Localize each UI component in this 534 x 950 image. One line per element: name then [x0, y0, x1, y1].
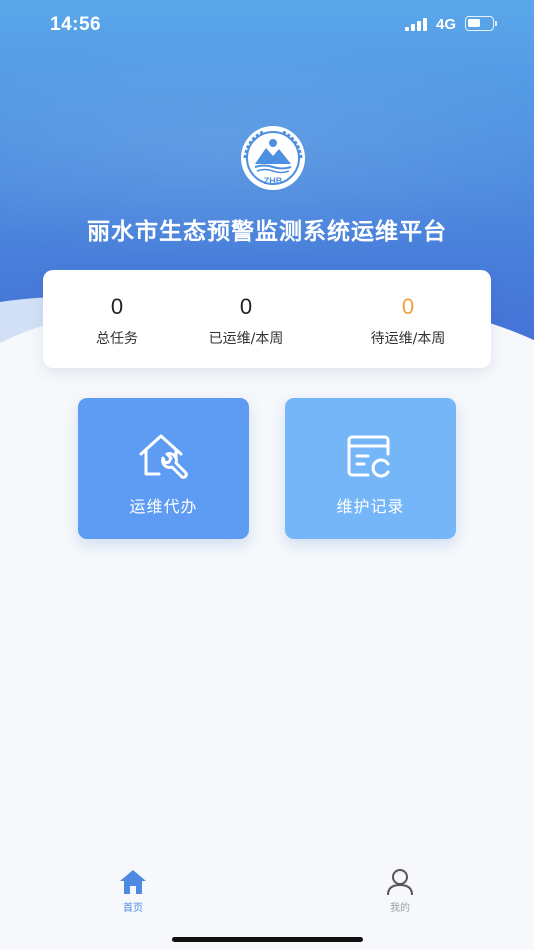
user-icon — [387, 869, 413, 896]
stat-value: 0 — [110, 294, 124, 319]
home-indicator — [172, 937, 363, 942]
logo-text: ZHB — [264, 176, 283, 186]
signal-icon — [405, 18, 429, 31]
house-wrench-icon — [139, 434, 188, 479]
network-type: 4G — [436, 16, 457, 33]
status-time: 14:56 — [50, 14, 102, 35]
status-bar: 14:56 4G — [0, 0, 534, 50]
stat-total-tasks[interactable]: 0 总任务 — [42, 270, 192, 368]
battery-icon — [465, 16, 494, 31]
tab-home[interactable]: 首页 — [103, 868, 163, 914]
stat-label: 已运维/本周 — [208, 331, 284, 347]
tab-profile[interactable]: 我的 — [370, 868, 430, 914]
stat-pending-this-week[interactable]: 0 待运维/本周 — [333, 270, 483, 368]
stat-value: 0 — [401, 294, 415, 319]
stat-done-this-week[interactable]: 0 已运维/本周 — [171, 270, 321, 368]
tile-label: 运维代办 — [129, 497, 198, 516]
page-title: 丽水市生态预警监测系统运维平台 — [87, 219, 447, 245]
stat-label: 总任务 — [96, 331, 138, 347]
stats-card: 0 总任务 0 已运维/本周 0 待运维/本周 — [43, 270, 491, 368]
stat-value: 0 — [239, 294, 253, 319]
tab-label: 我的 — [390, 903, 410, 914]
stat-label: 待运维/本周 — [370, 331, 446, 347]
record-card-icon — [347, 435, 390, 478]
maintenance-todo-button[interactable]: 运维代办 — [78, 398, 249, 539]
home-icon — [120, 870, 146, 894]
maintenance-record-button[interactable]: 维护记录 — [285, 398, 456, 539]
tab-label: 首页 — [123, 903, 143, 914]
tile-label: 维护记录 — [336, 497, 405, 516]
battery-tip — [495, 21, 497, 26]
agency-emblem-logo: ZHB — [241, 126, 305, 190]
